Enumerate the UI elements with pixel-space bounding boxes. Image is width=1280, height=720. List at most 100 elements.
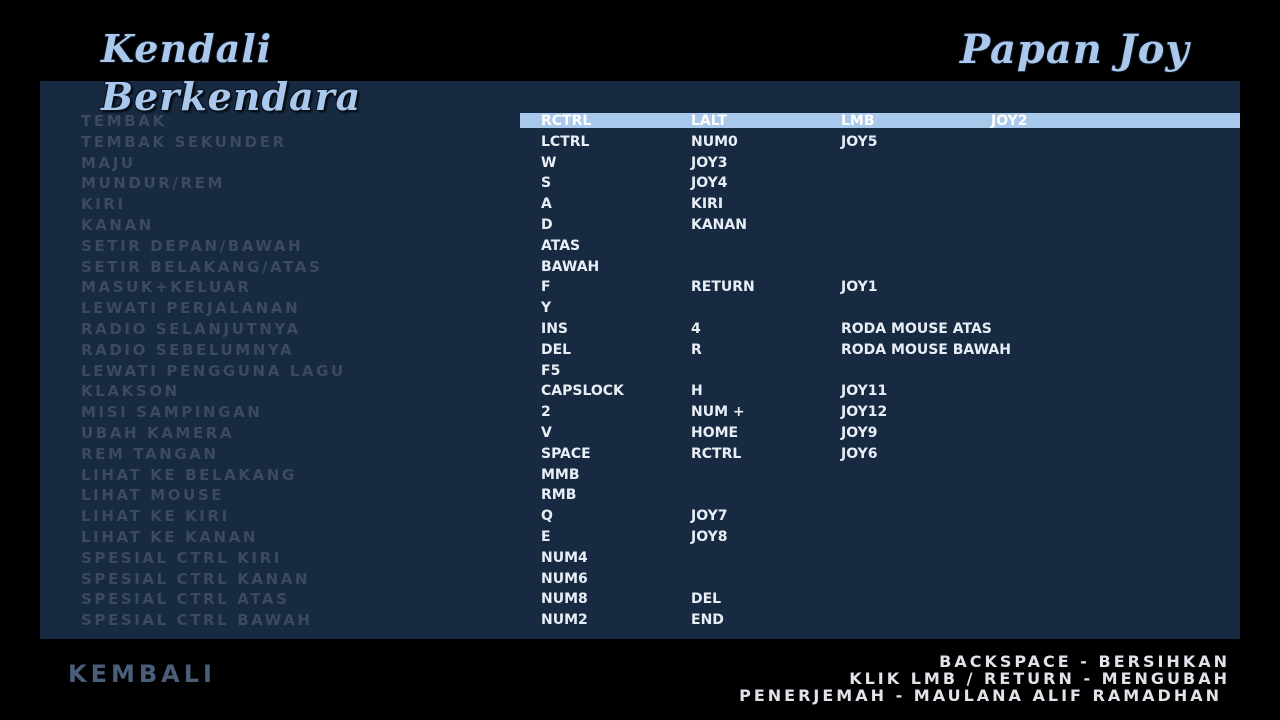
key-binding-slot-2[interactable]: JOY7 — [691, 506, 728, 526]
key-binding-slot-3[interactable]: JOY6 — [841, 444, 878, 464]
key-binding-slot-1[interactable]: ATAS — [541, 236, 580, 256]
selection-highlight — [520, 113, 1240, 128]
key-binding-slot-2[interactable]: JOY4 — [691, 173, 728, 193]
key-binding-slot-2[interactable]: LALT — [691, 111, 727, 131]
key-binding-slot-1[interactable]: F5 — [541, 361, 560, 381]
action-label: RADIO SELANJUTNYA — [81, 319, 301, 338]
binding-row[interactable]: KANAN D KANAN — [40, 215, 1240, 236]
key-binding-slot-3[interactable]: JOY12 — [841, 402, 887, 422]
key-binding-slot-1[interactable]: 2 — [541, 402, 551, 422]
key-binding-slot-2[interactable]: HOME — [691, 423, 738, 443]
binding-row[interactable]: LEWATI PENGGUNA LAGU F5 — [40, 361, 1240, 382]
key-binding-slot-1[interactable]: CAPSLOCK — [541, 381, 624, 401]
key-binding-slot-1[interactable]: V — [541, 423, 552, 443]
key-binding-slot-1[interactable]: Y — [541, 298, 551, 318]
key-binding-slot-2[interactable]: R — [691, 340, 702, 360]
key-binding-slot-1[interactable]: RMB — [541, 485, 576, 505]
binding-row[interactable]: MISI SAMPINGAN 2 NUM + JOY12 — [40, 402, 1240, 423]
binding-row[interactable]: LIHAT KE KIRI Q JOY7 — [40, 506, 1240, 527]
key-binding-slot-1[interactable]: NUM2 — [541, 610, 588, 630]
key-binding-slot-2[interactable]: NUM + — [691, 402, 745, 422]
action-label: REM TANGAN — [81, 444, 219, 463]
action-label: SETIR DEPAN/BAWAH — [81, 236, 304, 255]
binding-row[interactable]: REM TANGAN SPACE RCTRL JOY6 — [40, 444, 1240, 465]
key-binding-slot-1[interactable]: S — [541, 173, 551, 193]
action-label: MAJU — [81, 153, 136, 172]
action-label: SPESIAL CTRL BAWAH — [81, 611, 313, 630]
key-binding-slot-2[interactable]: END — [691, 610, 724, 630]
binding-row[interactable]: RADIO SELANJUTNYA INS 4 RODA MOUSE ATAS — [40, 319, 1240, 340]
key-binding-slot-1[interactable]: RCTRL — [541, 111, 591, 131]
binding-row[interactable]: UBAH KAMERA V HOME JOY9 — [40, 423, 1240, 444]
key-binding-slot-2[interactable]: KIRI — [691, 194, 723, 214]
key-binding-slot-1[interactable]: NUM6 — [541, 569, 588, 589]
action-label: TEMBAK SEKUNDER — [81, 132, 287, 151]
key-binding-slot-3[interactable]: LMB — [841, 111, 875, 131]
action-label: KIRI — [81, 195, 126, 214]
binding-row[interactable]: MUNDUR/REM S JOY4 — [40, 173, 1240, 194]
key-binding-slot-1[interactable]: W — [541, 153, 556, 173]
action-label: MISI SAMPINGAN — [81, 403, 263, 422]
action-label: MUNDUR/REM — [81, 174, 226, 193]
key-binding-slot-3[interactable]: JOY9 — [841, 423, 878, 443]
binding-row[interactable]: SPESIAL CTRL ATAS NUM8 DEL — [40, 589, 1240, 610]
binding-row[interactable]: SETIR BELAKANG/ATAS BAWAH — [40, 257, 1240, 278]
action-label: LEWATI PERJALANAN — [81, 299, 301, 318]
key-binding-slot-1[interactable]: LCTRL — [541, 132, 589, 152]
action-label: KLAKSON — [81, 382, 180, 401]
key-binding-slot-2[interactable]: JOY3 — [691, 153, 728, 173]
binding-row[interactable]: TEMBAK SEKUNDER LCTRL NUM0 JOY5 — [40, 132, 1240, 153]
binding-row[interactable]: SETIR DEPAN/BAWAH ATAS — [40, 236, 1240, 257]
action-label: LEWATI PENGGUNA LAGU — [81, 361, 346, 380]
action-label: RADIO SEBELUMNYA — [81, 340, 295, 359]
action-label: LIHAT KE KANAN — [81, 527, 259, 546]
key-binding-slot-3[interactable]: RODA MOUSE BAWAH — [841, 340, 1011, 360]
binding-row[interactable]: RADIO SEBELUMNYA DEL R RODA MOUSE BAWAH — [40, 340, 1240, 361]
key-binding-slot-1[interactable]: A — [541, 194, 552, 214]
key-binding-slot-1[interactable]: F — [541, 277, 551, 297]
joypad-title: Papan Joy — [960, 26, 1190, 73]
key-binding-slot-1[interactable]: DEL — [541, 340, 571, 360]
controls-screen: TEMBAK RCTRL LALT LMB JOY2 TEMBAK SEKUNDER LCT… — [0, 0, 1280, 720]
key-binding-slot-2[interactable]: NUM0 — [691, 132, 738, 152]
key-binding-slot-1[interactable]: D — [541, 215, 553, 235]
binding-row[interactable]: SPESIAL CTRL KIRI NUM4 — [40, 548, 1240, 569]
key-binding-slot-1[interactable]: NUM4 — [541, 548, 588, 568]
key-binding-slot-2[interactable]: H — [691, 381, 703, 401]
action-label: LIHAT MOUSE — [81, 486, 225, 505]
key-binding-slot-2[interactable]: 4 — [691, 319, 701, 339]
key-binding-slot-1[interactable]: E — [541, 527, 551, 547]
binding-row[interactable]: MASUK+KELUAR F RETURN JOY1 — [40, 277, 1240, 298]
binding-row[interactable]: LIHAT KE BELAKANG MMB — [40, 465, 1240, 486]
binding-row[interactable]: KLAKSON CAPSLOCK H JOY11 — [40, 381, 1240, 402]
page-title-line-1: Kendali — [101, 26, 273, 71]
binding-row[interactable]: LEWATI PERJALANAN Y — [40, 298, 1240, 319]
key-binding-slot-3[interactable]: JOY5 — [841, 132, 878, 152]
key-binding-slot-2[interactable]: RETURN — [691, 277, 755, 297]
key-binding-slot-1[interactable]: Q — [541, 506, 553, 526]
key-binding-slot-2[interactable]: RCTRL — [691, 444, 741, 464]
key-binding-slot-1[interactable]: MMB — [541, 465, 580, 485]
key-binding-slot-3[interactable]: JOY1 — [841, 277, 878, 297]
bindings-list: TEMBAK RCTRL LALT LMB JOY2 TEMBAK SEKUNDER LCT… — [40, 111, 1240, 631]
action-label: SPESIAL CTRL KIRI — [81, 548, 282, 567]
key-binding-slot-1[interactable]: BAWAH — [541, 257, 599, 277]
back-button[interactable]: KEMBALI — [68, 660, 216, 688]
key-binding-slot-4[interactable]: JOY2 — [991, 111, 1028, 131]
hint-change: KLIK LMB / RETURN - MENGUBAH — [849, 669, 1230, 688]
binding-row[interactable]: KIRI A KIRI — [40, 194, 1240, 215]
key-binding-slot-3[interactable]: JOY11 — [841, 381, 887, 401]
binding-row[interactable]: LIHAT KE KANAN E JOY8 — [40, 527, 1240, 548]
action-label: SETIR BELAKANG/ATAS — [81, 257, 323, 276]
binding-row[interactable]: SPESIAL CTRL BAWAH NUM2 END — [40, 610, 1240, 631]
binding-row[interactable]: LIHAT MOUSE RMB — [40, 485, 1240, 506]
binding-row[interactable]: MAJU W JOY3 — [40, 153, 1240, 174]
key-binding-slot-2[interactable]: DEL — [691, 589, 721, 609]
key-binding-slot-3[interactable]: RODA MOUSE ATAS — [841, 319, 992, 339]
key-binding-slot-1[interactable]: SPACE — [541, 444, 591, 464]
key-binding-slot-2[interactable]: KANAN — [691, 215, 747, 235]
binding-row[interactable]: SPESIAL CTRL KANAN NUM6 — [40, 569, 1240, 590]
key-binding-slot-1[interactable]: INS — [541, 319, 568, 339]
key-binding-slot-1[interactable]: NUM8 — [541, 589, 588, 609]
key-binding-slot-2[interactable]: JOY8 — [691, 527, 728, 547]
